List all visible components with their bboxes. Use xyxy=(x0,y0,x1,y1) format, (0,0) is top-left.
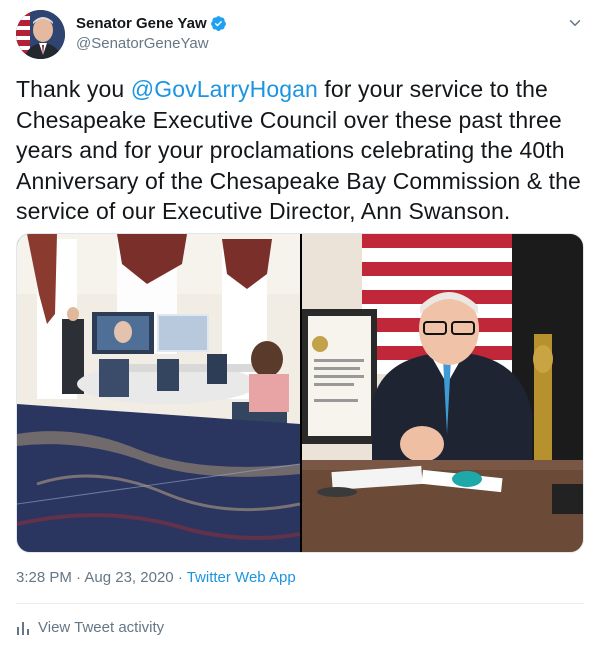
author-name-row[interactable]: Senator Gene Yaw xyxy=(76,15,227,32)
tweet-metadata: 3:28 PM · Aug 23, 2020 · Twitter Web App xyxy=(16,569,296,586)
verified-badge-icon xyxy=(210,16,226,31)
author-handle[interactable]: @SenatorGeneYaw xyxy=(76,35,209,52)
tweet-text-start: Thank you xyxy=(16,76,131,102)
author-display-name[interactable]: Senator Gene Yaw xyxy=(76,15,207,32)
tweet-time[interactable]: 3:28 PM xyxy=(16,569,72,586)
tweet-date[interactable]: Aug 23, 2020 xyxy=(84,569,173,586)
view-tweet-activity-label: View Tweet activity xyxy=(38,619,165,636)
avatar[interactable] xyxy=(16,10,65,59)
bar-chart-icon xyxy=(17,621,29,635)
divider xyxy=(16,603,584,604)
tweet-text: Thank you @GovLarryHogan for your servic… xyxy=(16,74,584,227)
meta-separator: · xyxy=(177,569,187,586)
mention-link[interactable]: @GovLarryHogan xyxy=(131,76,318,102)
photo-conference-room[interactable] xyxy=(17,234,300,552)
chevron-down-icon[interactable] xyxy=(566,14,584,32)
source-app-link[interactable]: Twitter Web App xyxy=(187,569,296,586)
photo-governor-proclamation[interactable] xyxy=(302,234,583,552)
tweet: Senator Gene Yaw @SenatorGeneYaw Thank y… xyxy=(0,0,599,652)
view-tweet-activity-button[interactable]: View Tweet activity xyxy=(16,619,164,636)
media-grid xyxy=(16,233,584,553)
